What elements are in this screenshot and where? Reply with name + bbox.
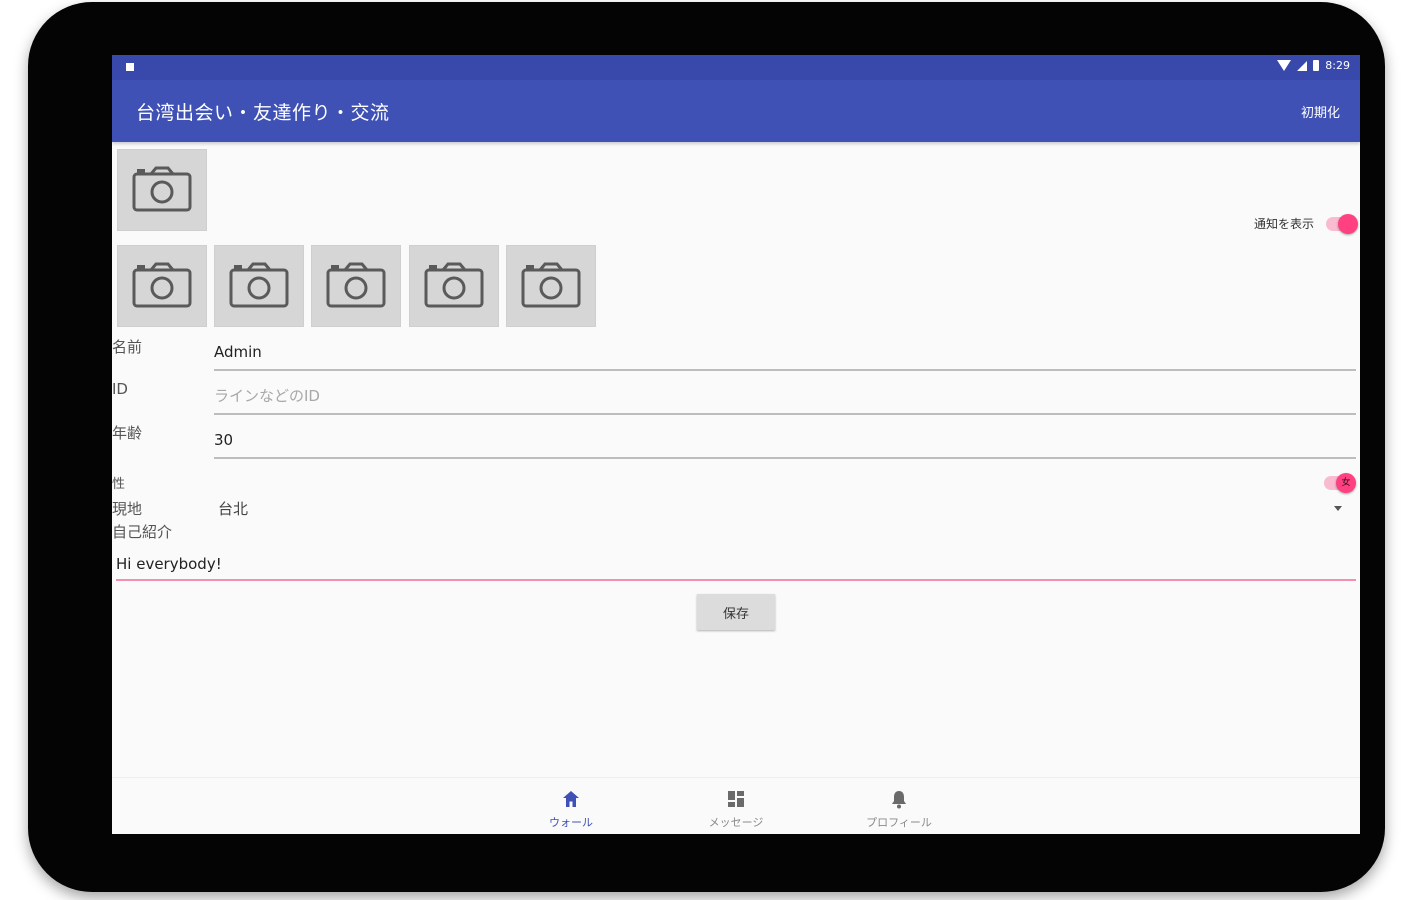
app-bar: 台湾出会い・友達作り・交流 初期化	[112, 80, 1360, 142]
bell-icon	[892, 791, 906, 809]
photo-slot-2[interactable]	[214, 245, 304, 327]
location-label: 現地	[112, 500, 143, 518]
nav-messages[interactable]: メッセージ	[691, 788, 781, 830]
photo-slot-1[interactable]	[117, 245, 207, 327]
camera-icon	[132, 166, 192, 212]
nav-wall-label: ウォール	[549, 816, 593, 829]
status-time: 8:29	[1325, 59, 1350, 72]
gender-toggle-thumb: 女	[1336, 473, 1356, 493]
dropdown-arrow-icon[interactable]	[1334, 506, 1342, 511]
nav-profile[interactable]: プロフィール	[854, 788, 944, 830]
name-input[interactable]	[214, 343, 1356, 361]
wifi-icon	[1277, 60, 1292, 71]
nav-wall[interactable]: ウォール	[526, 788, 616, 830]
age-field-wrap	[214, 427, 1356, 459]
gender-label: 性	[112, 477, 126, 492]
app-screen: 8:29 台湾出会い・友達作り・交流 初期化 通知を表示 名前 Admin ID…	[112, 55, 1360, 834]
photo-slot-5[interactable]	[506, 245, 596, 327]
tablet-frame: 8:29 台湾出会い・友達作り・交流 初期化 通知を表示 名前 Admin ID…	[28, 2, 1385, 892]
main-photo-slot[interactable]	[117, 149, 207, 231]
intro-input[interactable]	[116, 555, 1356, 573]
intro-field-wrap	[116, 549, 1356, 581]
notification-label: 通知を表示	[1253, 217, 1314, 231]
signal-icon	[1297, 60, 1308, 71]
location-select[interactable]: 台北	[218, 498, 248, 519]
nav-messages-label: メッセージ	[708, 816, 764, 829]
id-field-wrap	[214, 383, 1356, 415]
photo-slot-4[interactable]	[409, 245, 499, 327]
camera-icon	[424, 262, 484, 308]
age-input[interactable]	[214, 431, 1356, 449]
battery-icon	[1313, 60, 1320, 71]
camera-icon	[229, 262, 289, 308]
photo-slot-3[interactable]	[311, 245, 401, 327]
id-input[interactable]	[214, 387, 1356, 405]
gender-toggle[interactable]: 女	[1324, 473, 1356, 493]
camera-icon	[521, 262, 581, 308]
bottom-navigation: ウォール メッセージ プロフィール	[112, 777, 1360, 834]
notification-toggle[interactable]	[1326, 213, 1358, 234]
toggle-thumb	[1338, 213, 1358, 234]
save-button[interactable]: 保存	[697, 594, 775, 630]
dashboard-icon	[728, 791, 744, 807]
notification-setting: 通知を表示	[1253, 213, 1358, 234]
status-bar: 8:29	[112, 55, 1360, 80]
status-icons: 8:29	[1277, 59, 1350, 72]
age-label: 年齢	[112, 424, 143, 442]
camera-icon	[132, 262, 192, 308]
camera-icon	[326, 262, 386, 308]
reset-button[interactable]: 初期化	[1301, 102, 1340, 121]
home-icon	[563, 791, 579, 807]
intro-label: 自己紹介	[112, 523, 173, 541]
name-label: 名前	[112, 338, 143, 356]
notification-square-icon	[126, 63, 134, 71]
nav-profile-label: プロフィール	[866, 816, 932, 829]
app-title: 台湾出会い・友達作り・交流	[136, 102, 390, 124]
name-field-wrap	[214, 339, 1356, 371]
id-label: ID	[112, 380, 128, 398]
